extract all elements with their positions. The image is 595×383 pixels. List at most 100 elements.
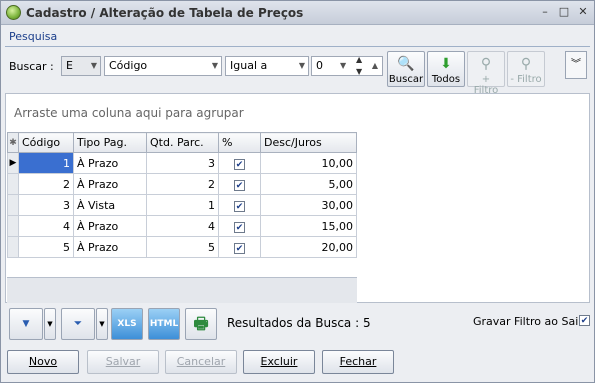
cell-qtd[interactable]: 2 [146, 173, 219, 195]
checkbox[interactable]: ✔ [234, 242, 245, 254]
cell-desc[interactable]: 5,00 [260, 173, 357, 195]
row-indicator [7, 194, 19, 216]
cell-pct[interactable]: ✔ [218, 152, 261, 174]
save-filter-on-exit-checkbox[interactable]: ✔ [579, 315, 590, 326]
buscar-button[interactable]: 🔍 Buscar [387, 51, 425, 87]
cell-codigo[interactable]: 5 [18, 236, 74, 258]
checkbox[interactable]: ✔ [234, 158, 245, 170]
xls-export-icon: XLS [117, 319, 137, 329]
checkbox[interactable]: ✔ [234, 200, 245, 212]
filter-dropdown[interactable]: ▼ [96, 308, 108, 340]
add-filter-icon: ⚲ [480, 56, 492, 72]
checkbox[interactable]: ✔ [234, 221, 245, 233]
cell-desc[interactable]: 20,00 [260, 236, 357, 258]
search-toolbar: Buscar : E ▼ Código ▼ Igual a ▼ 0 ▼ ▲ ▼ ▲ 🔍 … [5, 48, 591, 96]
row-indicator [7, 236, 19, 258]
filter-icon: ⏷ [74, 319, 82, 329]
main-window: Cadastro / Alteração de Tabela de Preços… [0, 0, 595, 383]
export-html-button[interactable]: HTML [148, 308, 180, 340]
add-filter-button[interactable]: ⚲ + Filtro [467, 51, 505, 96]
column-header[interactable]: Código [18, 132, 74, 153]
field-select[interactable]: Código ▼ [104, 56, 222, 76]
cell-codigo[interactable]: 4 [18, 215, 74, 237]
bottom-toolbar: ▼ ▼ ⏷ ▼ XLS HTML 🖶 Resultados da Busca :… [5, 306, 591, 342]
cell-desc[interactable]: 15,00 [260, 215, 357, 237]
html-export-icon: HTML [149, 319, 179, 329]
column-header[interactable]: Tipo Pag. [73, 132, 147, 153]
chevron-down-icon: ▼ [90, 61, 97, 70]
grid-panel: Arraste uma coluna aqui para agrupar ✱ C… [5, 93, 590, 303]
close-icon[interactable]: ✕ [576, 5, 590, 19]
spin-arrows-icon[interactable]: ▲ ▼ [356, 54, 362, 78]
table-row[interactable]: 5 À Prazo 5 ✔ 20,00 [7, 236, 357, 258]
cell-qtd[interactable]: 3 [146, 152, 219, 174]
operator-select[interactable]: Igual a ▼ [225, 56, 309, 76]
value-spinner[interactable]: 0 ▼ ▲ ▼ ▲ [311, 54, 383, 78]
cell-qtd[interactable]: 4 [146, 215, 219, 237]
save-filter-icon: ▼ [22, 319, 30, 329]
checkbox[interactable]: ✔ [234, 179, 245, 191]
title-bar: Cadastro / Alteração de Tabela de Preços… [1, 1, 594, 25]
minimize-icon[interactable]: – [538, 5, 552, 19]
cell-pct[interactable]: ✔ [218, 194, 261, 216]
maximize-icon[interactable]: □ [557, 5, 571, 19]
row-indicator [7, 173, 19, 195]
group-by-hint: Arraste uma coluna aqui para agrupar [14, 106, 244, 120]
cell-pct[interactable]: ✔ [218, 173, 261, 195]
filter-button[interactable]: ⏷ [61, 308, 95, 340]
table-row[interactable]: 4 À Prazo 4 ✔ 15,00 [7, 215, 357, 237]
chevron-down-icon: ▼ [211, 61, 218, 70]
cell-tipo[interactable]: À Prazo [73, 215, 147, 237]
select-all-icon[interactable]: ✱ [7, 132, 19, 153]
cell-desc[interactable]: 30,00 [260, 194, 357, 216]
print-button[interactable]: 🖶 [185, 308, 217, 340]
table-row[interactable]: ▶ 1 À Prazo 3 ✔ 10,00 [7, 152, 357, 174]
excluir-button[interactable]: Excluir [243, 350, 315, 374]
save-filter-dropdown[interactable]: ▼ [44, 308, 56, 340]
results-table: ✱ Código Tipo Pag. Qtd. Parc. % Desc/Jur… [7, 132, 357, 258]
chevron-up-icon[interactable]: ▲ [372, 57, 378, 75]
column-header[interactable]: Qtd. Parc. [146, 132, 219, 153]
todos-button[interactable]: ⬇ Todos [427, 51, 465, 87]
cell-desc[interactable]: 10,00 [260, 152, 357, 174]
double-chevron-down-icon: ︾ [571, 59, 581, 70]
cell-qtd[interactable]: 1 [146, 194, 219, 216]
cell-tipo[interactable]: À Prazo [73, 236, 147, 258]
column-header[interactable]: % [218, 132, 261, 153]
arrow-down-icon: ⬇ [440, 56, 452, 72]
cell-codigo[interactable]: 1 [18, 152, 74, 174]
table-row[interactable]: 2 À Prazo 2 ✔ 5,00 [7, 173, 357, 195]
cell-tipo[interactable]: À Prazo [73, 173, 147, 195]
remove-filter-button[interactable]: ⚲ - Filtro [507, 51, 545, 87]
divider [5, 46, 590, 47]
row-indicator [7, 215, 19, 237]
save-filter-on-exit-label: Gravar Filtro ao Sair [473, 315, 583, 328]
cell-pct[interactable]: ✔ [218, 215, 261, 237]
search-label: Buscar : [9, 60, 54, 73]
table-row[interactable]: 3 À Vista 1 ✔ 30,00 [7, 194, 357, 216]
cell-pct[interactable]: ✔ [218, 236, 261, 258]
print-icon: 🖶 [193, 314, 209, 333]
save-filter-button[interactable]: ▼ [9, 308, 43, 340]
search-icon: 🔍 [397, 56, 415, 72]
chevron-down-icon: ▼ [340, 61, 347, 70]
remove-filter-icon: ⚲ [520, 56, 532, 72]
novo-button[interactable]: Novo [7, 350, 79, 374]
cancelar-button[interactable]: Cancelar [165, 350, 237, 374]
cell-codigo[interactable]: 2 [18, 173, 74, 195]
connector-select[interactable]: E ▼ [61, 56, 101, 76]
window-title: Cadastro / Alteração de Tabela de Preços [26, 6, 304, 20]
action-buttons: Novo Salvar Cancelar Excluir Fechar [5, 350, 591, 376]
cell-codigo[interactable]: 3 [18, 194, 74, 216]
export-xls-button[interactable]: XLS [111, 308, 143, 340]
app-icon [6, 5, 21, 20]
expand-toolbar-button[interactable]: ︾ [565, 51, 587, 79]
search-section-label: Pesquisa [9, 30, 58, 43]
salvar-button[interactable]: Salvar [87, 350, 159, 374]
cell-tipo[interactable]: À Prazo [73, 152, 147, 174]
fechar-button[interactable]: Fechar [322, 350, 394, 374]
cell-tipo[interactable]: À Vista [73, 194, 147, 216]
chevron-down-icon: ▼ [47, 320, 53, 328]
column-header[interactable]: Desc/Juros [260, 132, 357, 153]
cell-qtd[interactable]: 5 [146, 236, 219, 258]
